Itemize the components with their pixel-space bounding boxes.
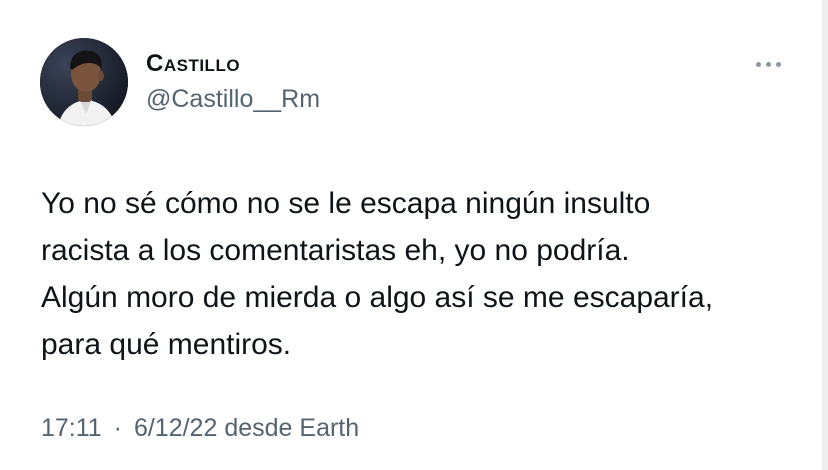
more-dot [765, 61, 771, 67]
meta-separator: · [113, 414, 122, 442]
avatar[interactable] [40, 38, 128, 126]
display-name[interactable]: Castillo [146, 52, 240, 76]
more-dot [775, 61, 781, 67]
user-handle[interactable]: @Castillo__Rm [146, 87, 320, 112]
avatar-photo [40, 38, 128, 126]
tweet-date[interactable]: 6/12/22 [134, 414, 217, 442]
more-dot [755, 61, 761, 67]
tweet-meta: 17:11 · 6/12/22 desde Earth [41, 416, 359, 441]
more-horizontal-icon[interactable] [748, 52, 788, 76]
right-edge-divider [822, 0, 828, 470]
tweet-time[interactable]: 17:11 [41, 414, 102, 442]
tweet-source: desde Earth [224, 414, 360, 442]
tweet-card: Castillo @Castillo__Rm Yo no sé cómo no … [0, 0, 828, 470]
tweet-text: Yo no sé cómo no se le escapa ningún ins… [41, 187, 714, 361]
